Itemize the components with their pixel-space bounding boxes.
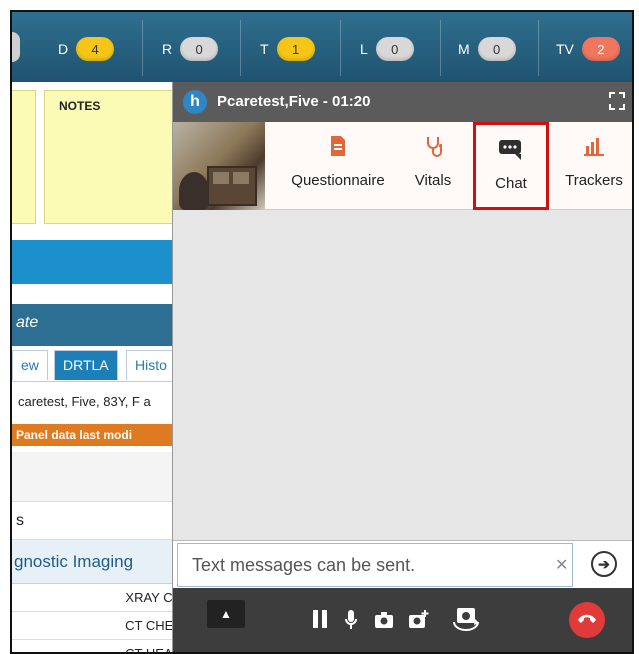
switch-camera-add-icon[interactable] [409, 610, 429, 633]
counter-label: T [260, 41, 269, 57]
panel-data-alert: Panel data last modi [12, 424, 182, 446]
counter-badge: 2 [581, 37, 620, 61]
patient-summary: caretest, Five, 83Y, F a [18, 394, 151, 409]
clear-icon[interactable]: ✕ [555, 555, 568, 575]
tab-overview[interactable]: ew [12, 350, 48, 380]
tab-label: Trackers [565, 172, 623, 189]
counter-d[interactable]: D 4 [58, 36, 115, 62]
screenshot-frame: D 4 R 0 T 1 L 0 M 0 TV 2 NOTES ate ew DR… [10, 10, 634, 654]
counter-badge: 0 [477, 37, 516, 61]
video-person [179, 172, 209, 210]
tab-label: Vitals [414, 172, 452, 189]
fullscreen-icon[interactable] [609, 92, 625, 110]
row-label: s [12, 502, 182, 540]
chat-bubble-icon [476, 139, 546, 163]
tab-drtla[interactable]: DRTLA [54, 350, 118, 380]
blue-banner [12, 240, 182, 284]
pause-icon[interactable] [313, 610, 327, 633]
trackers-chart-icon [555, 136, 632, 160]
end-call-button[interactable] [569, 602, 605, 638]
table-row[interactable]: XRAY CH [12, 584, 182, 612]
counter-label: TV [556, 41, 574, 57]
table-row[interactable]: CT HEAD [12, 640, 182, 652]
divider [340, 20, 341, 76]
chat-messages-area [173, 210, 632, 540]
divider [142, 20, 143, 76]
sticky-note-partial [12, 90, 36, 224]
app-logo: h [183, 90, 207, 114]
tab-label: Questionnaire [291, 172, 385, 189]
stethoscope-icon [405, 136, 461, 160]
microphone-icon[interactable] [345, 610, 357, 635]
counter-l[interactable]: L 0 [360, 36, 414, 62]
tab-trackers[interactable]: Trackers [555, 122, 632, 210]
counter-badge: 4 [76, 37, 115, 61]
divider [538, 20, 539, 76]
camera-icon[interactable] [375, 612, 393, 633]
counter-tv[interactable]: TV 2 [556, 36, 620, 62]
divider [440, 20, 441, 76]
tab-questionnaire[interactable]: Questionnaire [277, 122, 399, 210]
tab-label: Chat [495, 175, 527, 192]
send-icon[interactable]: ➔ [591, 551, 617, 577]
session-title: Pcaretest,Five - 01:20 [217, 93, 371, 110]
counter-badge: 1 [276, 37, 315, 61]
rotate-camera-icon[interactable] [451, 606, 481, 637]
counter-m[interactable]: M 0 [458, 36, 516, 62]
counter-label: R [162, 41, 173, 57]
counter-label: D [58, 41, 69, 57]
tab-history[interactable]: Histo [126, 350, 176, 380]
divider [240, 20, 241, 76]
table-row[interactable]: CT CHES [12, 612, 182, 640]
counter-r[interactable]: R 0 [162, 36, 219, 62]
video-preview[interactable] [173, 122, 265, 210]
counter-t[interactable]: T 1 [260, 36, 315, 62]
telehealth-panel: h Pcaretest,Five - 01:20 Questionnaire V… [172, 82, 632, 652]
questionnaire-icon [277, 136, 399, 160]
notes-title: NOTES [59, 99, 101, 113]
collapsed-pill [12, 32, 20, 62]
chat-message-input[interactable] [177, 543, 573, 587]
diagnostic-imaging-header[interactable]: gnostic Imaging [12, 540, 182, 584]
tab-chat[interactable]: Chat [473, 122, 549, 210]
counter-badge: 0 [180, 37, 219, 61]
panel-nav: Questionnaire Vitals Chat Trackers [173, 122, 632, 210]
page-tabs: ew DRTLA Histo [12, 346, 182, 382]
counter-badge: 0 [375, 37, 414, 61]
section-header: ate [12, 304, 182, 346]
counter-bar: D 4 R 0 T 1 L 0 M 0 TV 2 [12, 12, 632, 82]
counter-label: M [458, 41, 470, 57]
tab-vitals[interactable]: Vitals [405, 122, 461, 210]
counter-label: L [360, 41, 368, 57]
video-shelf-pane [213, 172, 229, 184]
panel-header: h Pcaretest,Five - 01:20 [173, 82, 632, 122]
video-shelf-pane [233, 172, 249, 184]
spacer-block [12, 452, 182, 502]
expand-up-button[interactable]: ▲ [207, 600, 245, 628]
call-controls: ▲ [173, 588, 632, 652]
chat-input-row: ✕ ➔ [173, 540, 632, 588]
notes-card[interactable]: NOTES [44, 90, 184, 224]
